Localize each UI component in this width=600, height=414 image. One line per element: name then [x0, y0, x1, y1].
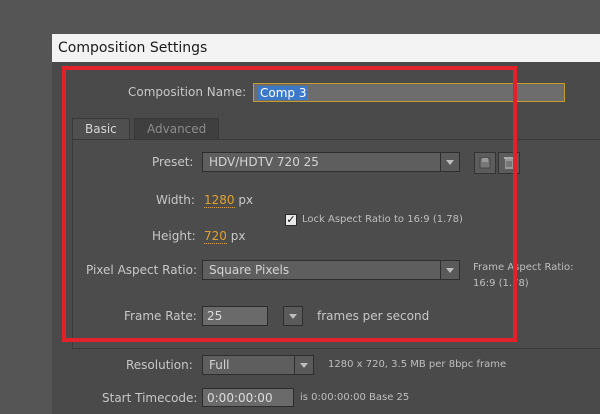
- resolution-label: Resolution:: [126, 358, 193, 372]
- lock-aspect-label: Lock Aspect Ratio to 16:9 (1.78): [302, 214, 463, 225]
- composition-name-value: Comp 3: [258, 86, 309, 100]
- tab-advanced[interactable]: Advanced: [134, 118, 220, 139]
- composition-settings-dialog: Composition Settings Composition Name: C…: [52, 34, 600, 414]
- chevron-down-icon: [440, 153, 459, 171]
- preset-value: HDV/HDTV 720 25: [209, 155, 319, 169]
- frame-aspect-label: Frame Aspect Ratio:: [473, 262, 574, 273]
- height-unit: px: [230, 229, 246, 243]
- frame-rate-dropdown[interactable]: [283, 306, 303, 326]
- delete-preset-button[interactable]: [498, 152, 520, 174]
- trash-icon: [504, 157, 514, 169]
- frame-rate-label: Frame Rate:: [124, 309, 197, 323]
- height-label: Height:: [152, 229, 196, 243]
- frame-rate-input[interactable]: 25: [202, 306, 268, 326]
- chevron-down-icon: [294, 356, 313, 374]
- pixel-aspect-label: Pixel Aspect Ratio:: [86, 263, 197, 277]
- window-title: Composition Settings: [52, 34, 600, 62]
- width-field[interactable]: 1280 px: [204, 193, 254, 208]
- frame-rate-unit: frames per second: [317, 309, 430, 323]
- resolution-value: Full: [209, 358, 230, 372]
- composition-name-label: Composition Name:: [128, 85, 247, 99]
- preset-dropdown[interactable]: HDV/HDTV 720 25: [202, 152, 460, 172]
- start-timecode-info: is 0:00:00:00 Base 25: [300, 392, 410, 403]
- composition-name-input[interactable]: Comp 3: [253, 83, 565, 102]
- height-field[interactable]: 720 px: [204, 229, 246, 244]
- tab-basic[interactable]: Basic: [72, 118, 130, 139]
- resolution-info: 1280 x 720, 3.5 MB per 8bpc frame: [328, 359, 507, 370]
- save-preset-icon: [479, 157, 491, 169]
- resolution-dropdown[interactable]: Full: [202, 355, 314, 375]
- chevron-down-icon: [440, 261, 459, 279]
- frame-rate-value: 25: [207, 309, 223, 323]
- width-unit: px: [238, 193, 254, 207]
- save-preset-button[interactable]: [474, 152, 496, 174]
- pixel-aspect-value: Square Pixels: [209, 263, 290, 277]
- start-timecode-input[interactable]: 0:00:00:00: [202, 388, 294, 407]
- pixel-aspect-dropdown[interactable]: Square Pixels: [202, 260, 460, 280]
- frame-aspect-value: 16:9 (1.78): [473, 278, 529, 289]
- start-timecode-label: Start Timecode:: [102, 391, 198, 405]
- width-value: 1280: [204, 193, 235, 208]
- lock-aspect-checkbox[interactable]: ✓: [285, 214, 297, 226]
- start-timecode-value: 0:00:00:00: [207, 391, 273, 405]
- chevron-down-icon: [284, 307, 302, 325]
- preset-label: Preset:: [152, 155, 194, 169]
- height-value: 720: [204, 229, 227, 244]
- width-label: Width:: [156, 193, 195, 207]
